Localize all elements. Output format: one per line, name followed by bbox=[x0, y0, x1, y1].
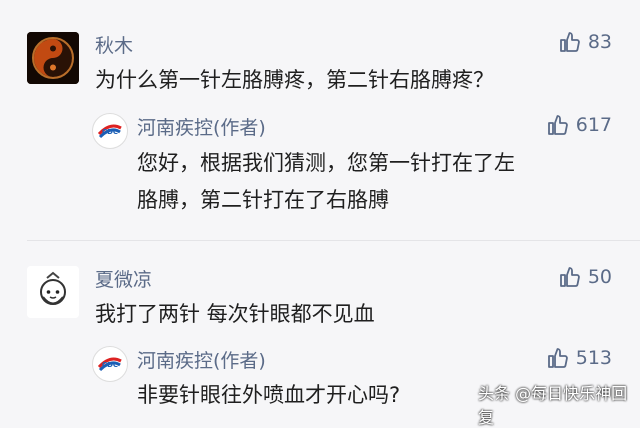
reply-text-line-2: 胳膊，第二针打在了右胳膊 bbox=[137, 188, 389, 212]
divider bbox=[27, 240, 640, 241]
like-count: 83 bbox=[587, 31, 612, 53]
cartoon-face-icon bbox=[27, 266, 79, 318]
avatar-henan-cdc[interactable]: CDC bbox=[92, 113, 128, 149]
comment-text: 为什么第一针左胳膊疼，第二针右胳膊疼？ bbox=[95, 68, 494, 92]
avatar-qiumu[interactable] bbox=[27, 32, 79, 84]
cdc-logo-icon: CDC bbox=[95, 116, 125, 146]
thumbs-up-icon bbox=[547, 115, 568, 135]
like-button[interactable]: 50 bbox=[558, 265, 612, 289]
like-count: 50 bbox=[587, 266, 612, 288]
reply-username[interactable]: 河南疾控(作者) bbox=[137, 113, 266, 140]
svg-text:CDC: CDC bbox=[102, 361, 118, 369]
like-button[interactable]: 83 bbox=[558, 30, 612, 54]
reply-text: 非要针眼往外喷血才开心吗? bbox=[137, 383, 401, 407]
avatar-henan-cdc[interactable]: CDC bbox=[92, 346, 128, 382]
comment-text: 我打了两针 每次针眼都不见血 bbox=[95, 302, 375, 326]
like-count: 513 bbox=[575, 347, 612, 369]
avatar-xiaweiliang[interactable] bbox=[27, 266, 79, 318]
thumbs-up-icon bbox=[559, 32, 580, 52]
like-count: 617 bbox=[575, 114, 612, 136]
like-button[interactable]: 513 bbox=[546, 346, 612, 370]
thumbs-up-icon bbox=[559, 267, 580, 287]
reply-username[interactable]: 河南疾控(作者) bbox=[137, 346, 266, 373]
like-button[interactable]: 617 bbox=[546, 113, 612, 137]
cdc-logo-icon: CDC bbox=[95, 349, 125, 379]
yin-yang-icon bbox=[27, 32, 79, 84]
svg-text:CDC: CDC bbox=[102, 128, 118, 136]
reply-text-line-1: 您好，根据我们猜测，您第一针打在了左 bbox=[137, 151, 515, 175]
comment-username[interactable]: 秋木 bbox=[95, 31, 133, 58]
thumbs-up-icon bbox=[547, 348, 568, 368]
comment-username[interactable]: 夏微凉 bbox=[95, 265, 152, 292]
watermark: 头条 @每日快乐神回复 bbox=[478, 384, 628, 427]
